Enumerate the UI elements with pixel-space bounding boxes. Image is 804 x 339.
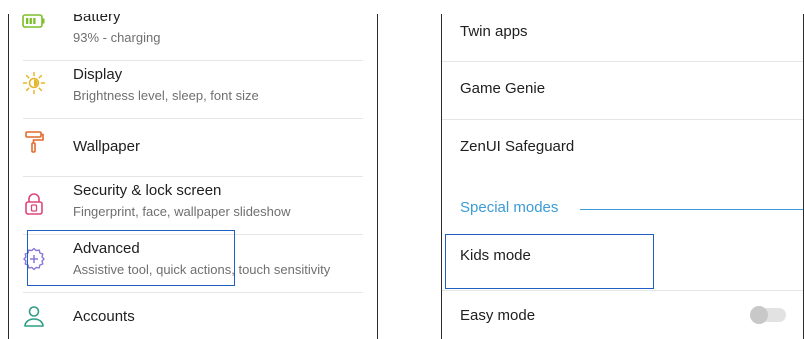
- settings-item-wallpaper[interactable]: Wallpaper: [9, 119, 377, 176]
- display-subtitle: Brightness level, sleep, font size: [73, 88, 259, 103]
- zenui-safeguard-label: ZenUI Safeguard: [460, 138, 575, 155]
- list-item-easy-mode[interactable]: Easy mode: [442, 291, 803, 339]
- special-modes-header: Special modes: [460, 199, 559, 216]
- person-icon: [24, 306, 44, 327]
- settings-item-security[interactable]: Security & lock screen Fingerprint, face…: [9, 177, 377, 234]
- settings-item-accounts[interactable]: Accounts: [9, 293, 377, 339]
- battery-icon: [22, 14, 45, 28]
- list-item-kids-mode[interactable]: Kids mode: [442, 232, 803, 289]
- brightness-icon: [22, 71, 46, 95]
- kids-mode-label: Kids mode: [460, 247, 531, 264]
- twin-apps-label: Twin apps: [460, 23, 528, 40]
- display-title: Display: [73, 66, 123, 83]
- advanced-subtitle: Assistive tool, quick actions, touch sen…: [73, 262, 331, 277]
- toggle-knob: [750, 306, 768, 324]
- lock-icon: [25, 193, 43, 215]
- settings-item-battery[interactable]: Battery 93% - charging: [9, 14, 377, 58]
- accounts-title: Accounts: [73, 308, 135, 325]
- easy-mode-toggle[interactable]: [750, 306, 786, 324]
- game-genie-label: Game Genie: [460, 80, 546, 97]
- settings-list-panel: Battery 93% - charging Display Brightnes…: [8, 14, 378, 339]
- security-title: Security & lock screen: [73, 182, 222, 199]
- battery-subtitle: 93% - charging: [73, 30, 161, 45]
- security-subtitle: Fingerprint, face, wallpaper slideshow: [73, 204, 291, 219]
- battery-title: Battery: [73, 14, 121, 25]
- paint-roller-icon: [25, 131, 44, 153]
- easy-mode-label: Easy mode: [460, 307, 536, 324]
- section-divider: [580, 209, 803, 210]
- advanced-title: Advanced: [73, 240, 140, 257]
- list-item-twin-apps[interactable]: Twin apps: [442, 14, 803, 61]
- list-item-zenui-safeguard[interactable]: ZenUI Safeguard: [442, 120, 803, 177]
- gear-plus-icon: [23, 247, 45, 271]
- settings-item-display[interactable]: Display Brightness level, sleep, font si…: [9, 61, 377, 118]
- list-item-game-genie[interactable]: Game Genie: [442, 62, 803, 119]
- advanced-list-panel: Twin apps Game Genie ZenUI Safeguard Spe…: [441, 14, 804, 339]
- wallpaper-title: Wallpaper: [73, 138, 140, 155]
- settings-item-advanced[interactable]: Advanced Assistive tool, quick actions, …: [9, 235, 377, 292]
